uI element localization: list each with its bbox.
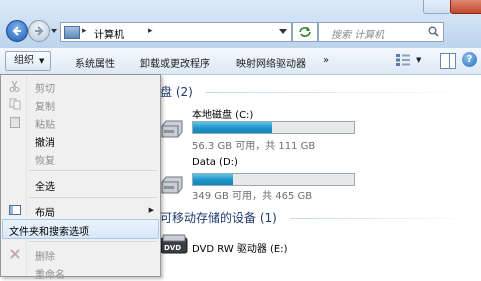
view-options-dropdown-icon[interactable]: ▼ — [416, 56, 421, 64]
menu-item-undo[interactable]: 撤消 — [1, 131, 160, 149]
drive-d-free-space: 349 GB 可用，共 465 GB — [192, 191, 313, 202]
menu-item-label: 剪切 — [35, 84, 55, 95]
menu-item-label: 文件夹和搜索选项 — [9, 227, 89, 238]
dvd-drive-name[interactable]: DVD RW 驱动器 (E:) — [192, 240, 288, 255]
menu-item-label: 撤消 — [35, 138, 55, 149]
copy-icon — [9, 98, 21, 110]
breadcrumb-separator[interactable]: ▸ — [82, 26, 87, 36]
group-divider — [205, 92, 475, 93]
chevron-down-icon[interactable] — [279, 29, 287, 35]
drive-c-free-space: 56.3 GB 可用，共 111 GB — [192, 141, 316, 152]
command-bar: 组织 ▼ 系统属性 卸载或更改程序 映射网络驱动器 » ▼ ? — [0, 48, 481, 75]
chevron-down-icon: ▼ — [39, 57, 45, 65]
recent-pages-dropdown-icon[interactable] — [50, 27, 58, 35]
menu-separator — [29, 170, 157, 171]
menu-item-label: 删除 — [35, 252, 55, 263]
title-bar: ▸ 计算机 ▸ 搜索 计算机 — [0, 0, 481, 48]
close-button[interactable] — [450, 0, 481, 14]
address-bar[interactable]: ▸ 计算机 ▸ — [60, 22, 292, 42]
computer-icon — [64, 26, 80, 39]
drive-c-usage-fill — [193, 122, 272, 133]
drive-d-usage-fill — [193, 174, 234, 185]
organize-menu: 剪切 复制 粘贴 撤消 恢复 全选 布局 ▶ 文件夹和搜索选项 删除 重命名 — [0, 74, 161, 281]
delete-icon — [10, 249, 20, 259]
scissors-icon — [9, 80, 20, 92]
menu-item-copy[interactable]: 复制 — [1, 95, 160, 113]
help-button[interactable]: ? — [462, 52, 477, 67]
menu-item-delete[interactable]: 删除 — [1, 245, 160, 263]
menu-item-redo[interactable]: 恢复 — [1, 149, 160, 167]
menu-item-label: 恢复 — [35, 156, 55, 167]
removable-group-header[interactable]: 可移动存储的设备 (1) — [160, 209, 277, 226]
window-controls — [423, 0, 481, 14]
breadcrumb-separator[interactable]: ▸ — [148, 26, 153, 36]
menu-item-label: 全选 — [35, 182, 55, 193]
drive-c-usage-bar — [192, 121, 355, 134]
breadcrumb-computer[interactable]: 计算机 — [94, 26, 124, 41]
submenu-arrow-icon: ▶ — [148, 206, 154, 214]
menu-item-layout[interactable]: 布局 ▶ — [1, 201, 160, 219]
search-placeholder: 搜索 计算机 — [331, 30, 385, 41]
refresh-icon — [299, 27, 311, 37]
arrow-right-icon — [35, 26, 44, 36]
group-divider — [290, 218, 475, 219]
layout-icon — [9, 205, 21, 215]
menu-item-paste[interactable]: 粘贴 — [1, 113, 160, 131]
forward-button[interactable] — [28, 20, 50, 42]
search-box[interactable]: 搜索 计算机 — [318, 22, 444, 42]
menu-separator — [29, 241, 157, 242]
menu-item-folder-options[interactable]: 文件夹和搜索选项 — [2, 219, 159, 239]
more-commands-button[interactable]: » — [323, 55, 329, 66]
drive-d-name[interactable]: Data (D:) — [192, 157, 238, 168]
menu-item-label: 复制 — [35, 102, 55, 113]
svg-text:DVD: DVD — [164, 244, 181, 252]
change-view-icon[interactable] — [396, 54, 410, 66]
refresh-button[interactable] — [292, 22, 318, 42]
drive-c-name[interactable]: 本地磁盘 (C:) — [192, 106, 253, 121]
paste-icon — [10, 116, 20, 128]
menu-item-rename[interactable]: 重命名 — [1, 263, 160, 281]
organize-button[interactable]: 组织 ▼ — [5, 51, 52, 71]
menu-item-cut[interactable]: 剪切 — [1, 77, 160, 95]
organize-label: 组织 — [14, 55, 34, 66]
search-icon[interactable] — [428, 26, 439, 37]
hard-drive-icon — [161, 120, 183, 138]
map-network-drive-button[interactable]: 映射网络驱动器 — [236, 55, 306, 70]
uninstall-program-button[interactable]: 卸载或更改程序 — [140, 55, 210, 70]
hard-disks-group-header[interactable]: 盘 (2) — [160, 83, 193, 100]
back-button[interactable] — [6, 20, 28, 42]
maximize-button[interactable] — [423, 0, 451, 14]
menu-item-label: 布局 — [35, 208, 55, 219]
dvd-drive-icon: DVD — [160, 234, 188, 254]
menu-item-label: 重命名 — [35, 270, 65, 281]
menu-separator — [29, 197, 157, 198]
system-properties-button[interactable]: 系统属性 — [75, 55, 115, 70]
arrow-left-icon — [12, 26, 21, 36]
menu-item-label: 粘贴 — [35, 120, 55, 131]
menu-item-select-all[interactable]: 全选 — [1, 175, 160, 193]
hard-drive-icon — [161, 176, 183, 194]
preview-pane-icon[interactable] — [440, 53, 456, 69]
drive-d-usage-bar — [192, 173, 355, 186]
